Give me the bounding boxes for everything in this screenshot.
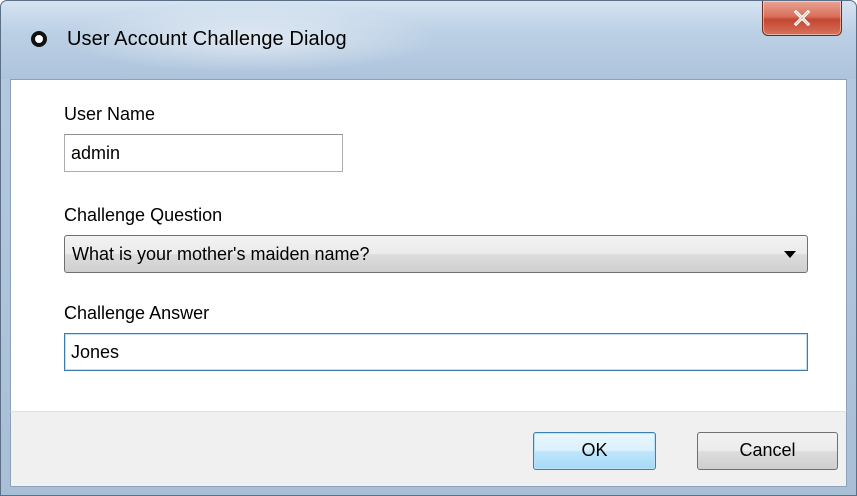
- chevron-down-icon: [784, 251, 796, 258]
- cancel-button[interactable]: Cancel: [697, 432, 838, 470]
- username-label: User Name: [64, 104, 156, 124]
- window-app-icon[interactable]: [31, 31, 47, 47]
- challenge-answer-input[interactable]: Jones: [64, 333, 808, 371]
- challenge-question-select[interactable]: What is your mother's maiden name?: [64, 235, 808, 273]
- dialog-content: User Name admin Challenge Question What …: [10, 79, 847, 411]
- button-bar: OK Cancel: [10, 411, 847, 487]
- challenge-answer-label: Challenge Answer: [64, 303, 210, 323]
- dialog-window: User Account Challenge Dialog User Name …: [0, 0, 857, 496]
- window-title: User Account Challenge Dialog: [67, 28, 347, 50]
- challenge-question-value: What is your mother's maiden name?: [72, 244, 370, 264]
- ok-button[interactable]: OK: [533, 432, 656, 470]
- challenge-question-label: Challenge Question: [64, 205, 223, 225]
- close-icon: [793, 10, 811, 26]
- title-bar[interactable]: User Account Challenge Dialog: [1, 1, 856, 79]
- username-input[interactable]: admin: [64, 134, 343, 172]
- close-button[interactable]: [762, 1, 842, 36]
